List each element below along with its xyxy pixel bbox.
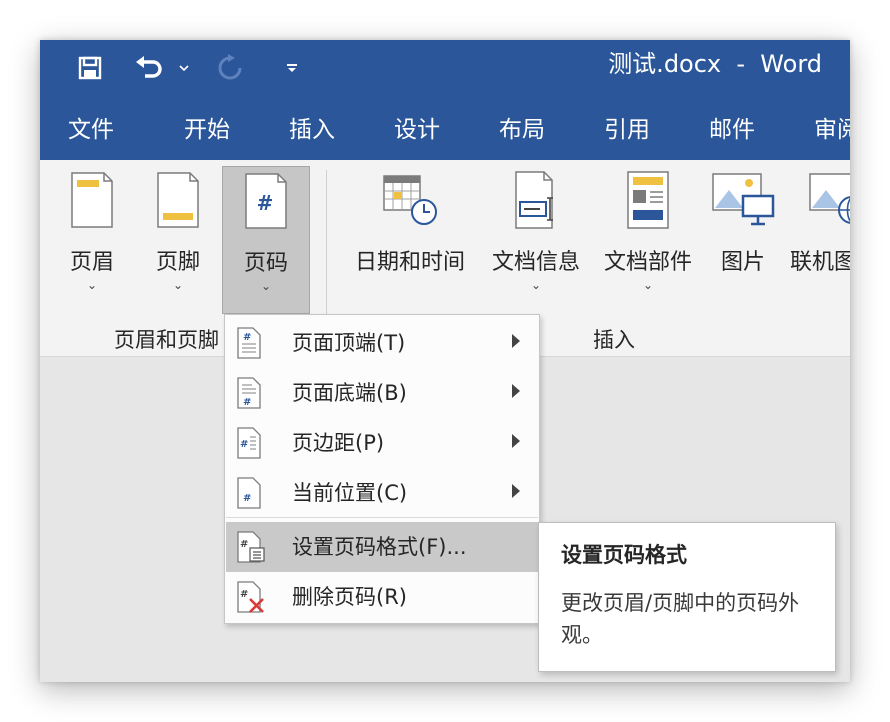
page-number-menu: # 页面顶端(T) # 页面底端(B) # 页边距(P) # 当前位置(C) #… (224, 314, 540, 624)
chevron-down-icon: ⌄ (86, 278, 98, 292)
page-number-button[interactable]: # 页码 ⌄ (222, 166, 310, 314)
group-label-insert: 插入 (593, 328, 635, 352)
menu-item-label: 页边距(P) (292, 431, 385, 455)
tooltip: 设置页码格式 更改页眉/页脚中的页码外观。 (538, 522, 836, 672)
remove-page-numbers-icon: # (237, 581, 264, 613)
document-info-icon (515, 171, 553, 229)
undo-dropdown-icon[interactable] (177, 52, 191, 84)
menu-item-label: 当前位置(C) (292, 481, 408, 505)
svg-text:#: # (240, 439, 248, 450)
format-page-numbers-icon: # (237, 531, 265, 563)
online-pictures-icon (809, 173, 850, 224)
save-icon[interactable] (74, 52, 106, 84)
redo-icon[interactable] (212, 52, 248, 84)
pictures-label: 图片 (720, 250, 765, 275)
quick-parts-icon (627, 171, 669, 229)
submenu-arrow-icon (512, 334, 520, 348)
title-bar: 测试.docx - Word (40, 40, 850, 96)
menu-item-bottom-of-page[interactable]: # 页面底端(B) (226, 368, 538, 418)
pictures-icon (712, 173, 775, 226)
svg-text:#: # (257, 191, 274, 215)
header-button[interactable]: 页眉 ⌄ (60, 166, 124, 292)
svg-text:#: # (240, 539, 248, 550)
tab-references[interactable]: 引用 (604, 110, 650, 144)
date-time-button[interactable]: 日期和时间 (346, 166, 474, 276)
menu-divider (226, 517, 538, 518)
chevron-down-icon: ⌄ (260, 279, 272, 293)
tooltip-description: 更改页眉/页脚中的页码外观。 (561, 591, 800, 647)
current-position-icon: # (237, 477, 261, 509)
page-top-icon: # (237, 327, 261, 359)
tab-design[interactable]: 设计 (394, 110, 440, 144)
quick-parts-button[interactable]: 文档部件 ⌄ (596, 166, 700, 292)
chevron-down-icon: ⌄ (172, 278, 184, 292)
header-icon (71, 172, 113, 228)
header-label: 页眉 (69, 250, 114, 275)
svg-text:#: # (243, 493, 251, 504)
document-info-button[interactable]: 文档信息 ⌄ (484, 166, 588, 292)
online-pictures-button[interactable]: 联机图片 (790, 166, 850, 276)
svg-text:#: # (240, 589, 248, 600)
chevron-down-icon: ⌄ (642, 278, 654, 292)
group-label-header-footer: 页眉和页脚 (114, 328, 219, 352)
group-divider (326, 170, 327, 330)
menu-item-label: 删除页码(R) (292, 585, 407, 609)
page-number-label: 页码 (243, 251, 288, 276)
chevron-down-icon: ⌄ (530, 278, 542, 292)
page-margins-icon: # (237, 427, 261, 459)
tab-file[interactable]: 文件 (68, 110, 114, 144)
page-number-icon: # (245, 173, 287, 229)
submenu-arrow-icon (512, 484, 520, 498)
online-pictures-label: 联机图片 (790, 250, 850, 275)
pictures-button[interactable]: 图片 (710, 166, 776, 276)
date-time-label: 日期和时间 (354, 250, 465, 275)
menu-item-label: 设置页码格式(F)... (292, 535, 467, 559)
submenu-arrow-icon (512, 384, 520, 398)
menu-item-page-margins[interactable]: # 页边距(P) (226, 418, 538, 468)
svg-text:#: # (243, 332, 251, 343)
footer-icon (157, 172, 199, 228)
footer-label: 页脚 (155, 250, 200, 275)
tab-insert[interactable]: 插入 (289, 110, 335, 144)
tab-home[interactable]: 开始 (184, 110, 230, 144)
tooltip-title: 设置页码格式 (561, 543, 687, 567)
svg-text:#: # (243, 397, 251, 408)
menu-item-remove-page-numbers[interactable]: # 删除页码(R) (226, 572, 538, 622)
ribbon-tabs: 文件 开始 插入 设计 布局 引用 邮件 审阅 (40, 96, 850, 160)
tab-mailings[interactable]: 邮件 (709, 110, 755, 144)
undo-icon[interactable] (132, 52, 168, 84)
menu-item-label: 页面顶端(T) (292, 331, 406, 355)
footer-button[interactable]: 页脚 ⌄ (146, 166, 210, 292)
menu-item-label: 页面底端(B) (292, 381, 407, 405)
submenu-arrow-icon (512, 434, 520, 448)
window-title: 测试.docx - Word (608, 50, 822, 78)
calendar-clock-icon (383, 175, 437, 225)
customize-quick-access-icon[interactable] (282, 52, 302, 84)
document-info-label: 文档信息 (491, 250, 580, 275)
tab-review[interactable]: 审阅 (814, 110, 850, 144)
quick-parts-label: 文档部件 (603, 250, 692, 275)
menu-item-format-page-numbers[interactable]: # 设置页码格式(F)... (226, 522, 538, 572)
tab-layout[interactable]: 布局 (499, 110, 545, 144)
menu-item-current-position[interactable]: # 当前位置(C) (226, 468, 538, 518)
page-bottom-icon: # (237, 377, 261, 409)
menu-item-top-of-page[interactable]: # 页面顶端(T) (226, 318, 538, 368)
